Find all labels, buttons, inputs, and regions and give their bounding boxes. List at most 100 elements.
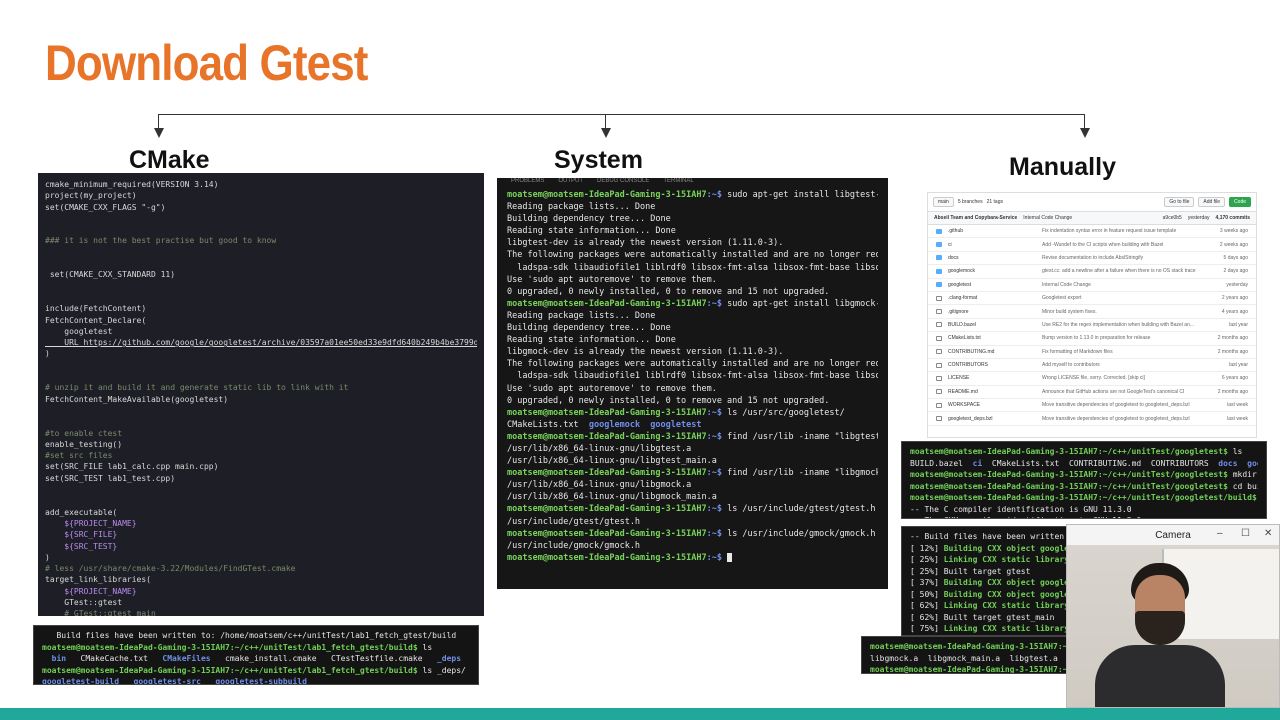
tags-link[interactable]: 21 tags: [987, 199, 1003, 205]
maximize-icon[interactable]: ☐: [1241, 528, 1250, 539]
file-commit-message[interactable]: Announce that GitHub actions are not Goo…: [1042, 389, 1202, 395]
file-commit-message[interactable]: Fix formatting of Markdown files: [1042, 349, 1202, 355]
file-row[interactable]: .clang-format Googletest export 2 years ag…: [928, 292, 1256, 306]
file-name[interactable]: .gitignore: [948, 309, 1042, 315]
code-line: #set src files: [45, 450, 477, 461]
file-commit-time: 2 days ago: [1223, 268, 1248, 275]
panel-tab[interactable]: PROBLEMS: [511, 178, 544, 184]
file-row[interactable]: BUILD.bazel Use RE2 for the regex impleme…: [928, 319, 1256, 333]
file-name[interactable]: googletest: [948, 282, 1042, 288]
file-commit-message[interactable]: Fix indentation syntax error in feature …: [1042, 228, 1202, 234]
file-commit-message[interactable]: Move transitive dependencies of googlete…: [1042, 402, 1202, 408]
file-row[interactable]: googletest Internal Code Change yesterday: [928, 279, 1256, 292]
panel-tab[interactable]: DEBUG CONSOLE: [597, 178, 649, 184]
file-commit-message[interactable]: Use RE2 for the regex implementation whe…: [1042, 322, 1202, 328]
manual-make-terminal[interactable]: -- Build files have been written to: [ 12…: [901, 526, 1076, 636]
file-row[interactable]: googlemock gtest.cc: add a newline after …: [928, 265, 1256, 279]
file-commit-time: 2 months ago: [1217, 335, 1248, 342]
commit-author[interactable]: Abseil Team and Copybara-Service: [934, 215, 1017, 221]
commit-hash[interactable]: a9ce0b5: [1163, 215, 1182, 221]
file-row[interactable]: CONTRIBUTING.md Fix formatting of Markdow…: [928, 346, 1256, 359]
terminal-line: CMakeLists.txt googlemock googletest: [507, 419, 878, 431]
file-row[interactable]: CONTRIBUTORS Add myself to contributors la…: [928, 359, 1256, 373]
terminal-line: moatsem@moatsem-IdeaPad-Gaming-3-15IAH7:…: [42, 665, 470, 677]
file-row[interactable]: ci Add -Wundef to the CI scripts when bui…: [928, 238, 1256, 252]
terminal-line: moatsem@moatsem-IdeaPad-Gaming-3-15IAH7:…: [910, 492, 1258, 504]
file-row[interactable]: .github Fix indentation syntax error in f…: [928, 225, 1256, 239]
file-commit-message[interactable]: Revise documentation to include AbslStri…: [1042, 255, 1202, 261]
code-line: ### it is not the best practise but good…: [45, 235, 477, 246]
file-name[interactable]: .clang-format: [948, 295, 1042, 301]
close-icon[interactable]: ✕: [1264, 528, 1272, 539]
file-commit-message[interactable]: Minor build system fixes.: [1042, 309, 1202, 315]
commits-count[interactable]: 4,170 commits: [1216, 215, 1250, 221]
camera-titlebar[interactable]: Camera – ☐ ✕: [1067, 525, 1279, 545]
terminal-text: [ 25%]: [910, 555, 944, 564]
manual-cmake-terminal[interactable]: moatsem@moatsem-IdeaPad-Gaming-3-15IAH7:…: [901, 441, 1267, 519]
file-name[interactable]: WORKSPACE: [948, 402, 1042, 408]
terminal-command: find /usr/lib -iname "libgtest*": [721, 431, 878, 442]
terminal-text: mkdir build: [1232, 470, 1257, 479]
file-commit-message[interactable]: Wrong LICENSE file, sorry. Corrected. [s…: [1042, 375, 1202, 381]
branch-selector[interactable]: main: [933, 197, 954, 207]
cmake-build-terminal[interactable]: Build files have been written to: /home/…: [33, 625, 479, 685]
manual-lib-terminal[interactable]: moatsem@moatsem-IdeaPad-Gaming-3-15IAH7:…: [861, 636, 1076, 674]
go-to-file-button[interactable]: Go to file: [1164, 197, 1195, 207]
commit-message[interactable]: Internal Code Change: [1023, 215, 1072, 221]
branches-link[interactable]: 5 branches: [958, 199, 983, 205]
github-repo-browser[interactable]: main 5 branches 21 tags Go to file Add f…: [927, 192, 1257, 438]
terminal-text: Linking CXX static library ../: [943, 624, 1067, 633]
camera-window[interactable]: Camera – ☐ ✕: [1066, 524, 1280, 708]
file-row[interactable]: .gitignore Minor build system fixes. 4 yea…: [928, 305, 1256, 319]
terminal-text: CMakeCache.txt: [66, 654, 163, 663]
file-row[interactable]: googletest_deps.bzl Move transitive depen…: [928, 412, 1256, 426]
file-name[interactable]: googlemock: [948, 268, 1042, 274]
code-line: # unzip it and build it and generate sta…: [45, 382, 477, 393]
code-button[interactable]: Code: [1229, 197, 1251, 207]
file-name[interactable]: CMakeLists.txt: [948, 335, 1042, 341]
file-commit-message[interactable]: Googletest export: [1042, 295, 1202, 301]
terminal-text: moatsem@moatsem-IdeaPad-Gaming-3-15IAH7:…: [910, 447, 1228, 456]
code-line: googletest: [45, 326, 477, 337]
terminal-line: ladspa-sdk libaudiofile1 liblrdf0 libsox…: [507, 262, 878, 274]
terminal-text: moatsem@moatsem-IdeaPad-Gaming-3-15IAH7:…: [42, 665, 418, 675]
file-commit-message[interactable]: Internal Code Change: [1042, 282, 1202, 288]
file-row[interactable]: LICENSE Wrong LICENSE file, sorry. Correc…: [928, 372, 1256, 386]
file-commit-message[interactable]: Move transitive dependencies of googlete…: [1042, 416, 1202, 422]
file-list: .github Fix indentation syntax error in f…: [928, 225, 1256, 426]
terminal-text: libgmock.a libgmock_main.a libgtest.a li…: [870, 653, 1058, 663]
file-name[interactable]: BUILD.bazel: [948, 322, 1042, 328]
system-terminal[interactable]: moatsem@moatsem-IdeaPad-Gaming-3-15IAH7:…: [497, 187, 888, 589]
file-commit-message[interactable]: gtest.cc: add a newline after a failure …: [1042, 268, 1202, 274]
minimize-icon[interactable]: –: [1217, 528, 1223, 539]
add-file-button[interactable]: Add file: [1198, 197, 1226, 207]
file-commit-message[interactable]: Bump version to 1.13.0 in preparation fo…: [1042, 335, 1202, 341]
file-row[interactable]: docs Revise documentation to include Absl…: [928, 252, 1256, 266]
file-name[interactable]: docs: [948, 255, 1042, 261]
file-name[interactable]: CONTRIBUTING.md: [948, 349, 1042, 355]
terminal-output: ladspa-sdk libaudiofile1 liblrdf0 libsox…: [507, 262, 878, 273]
terminal-line: /usr/lib/x86_64-linux-gnu/libgmock_main.…: [507, 491, 878, 503]
code-text: URL https://github.com/google/googletest…: [45, 338, 477, 348]
terminal-panel-tabs[interactable]: PROBLEMS OUTPUT DEBUG CONSOLE TERMINAL: [497, 178, 888, 187]
terminal-cursor: [727, 552, 733, 562]
panel-tab[interactable]: OUTPUT: [558, 178, 583, 184]
file-row[interactable]: WORKSPACE Move transitive dependencies of…: [928, 399, 1256, 413]
code-text: ### it is not the best practise but good…: [45, 236, 277, 246]
file-row[interactable]: README.md Announce that GitHub actions ar…: [928, 386, 1256, 400]
file-name[interactable]: .github: [948, 228, 1042, 234]
file-name[interactable]: README.md: [948, 389, 1042, 395]
file-name[interactable]: CONTRIBUTORS: [948, 362, 1042, 368]
file-commit-message[interactable]: Add myself to contributors: [1042, 362, 1202, 368]
file-row[interactable]: CMakeLists.txt Bump version to 1.13.0 in …: [928, 332, 1256, 346]
panel-tab[interactable]: TERMINAL: [663, 178, 693, 184]
file-name[interactable]: googletest_deps.bzl: [948, 416, 1042, 422]
cmakelists-editor[interactable]: cmake_minimum_required(VERSION 3.14) proj…: [38, 173, 484, 616]
file-commit-message[interactable]: Add -Wundef to the CI scripts when build…: [1042, 242, 1202, 248]
terminal-line: [ 50%] Building CXX object googlemock/: [910, 589, 1067, 601]
file-name[interactable]: LICENSE: [948, 375, 1042, 381]
code-text: add_executable(: [45, 507, 118, 517]
file-name[interactable]: ci: [948, 242, 1042, 248]
